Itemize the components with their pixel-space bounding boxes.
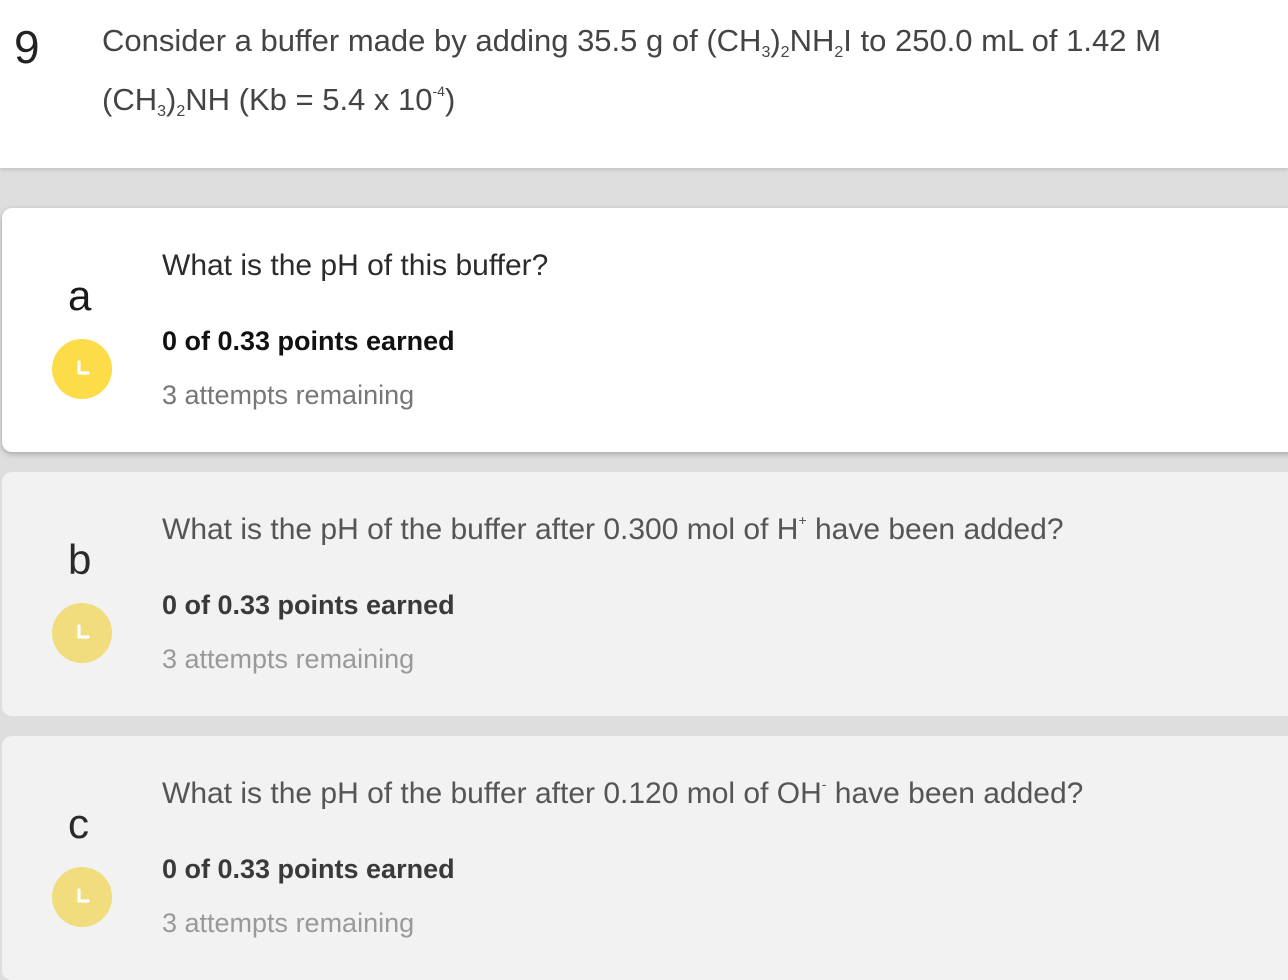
part-letter: c <box>68 800 89 847</box>
question-text: Consider a buffer made by adding 35.5 g … <box>102 23 1161 120</box>
question-header: 9 Consider a buffer made by adding 35.5 … <box>0 0 1288 168</box>
question-part-c[interactable]: c What is the pH of the buffer after 0.1… <box>2 736 1288 980</box>
attempts-remaining: 3 attempts remaining <box>162 380 415 410</box>
points-earned: 0 of 0.33 points earned <box>162 326 455 356</box>
part-letter: a <box>68 272 92 319</box>
points-earned: 0 of 0.33 points earned <box>162 590 455 620</box>
part-prompt: What is the pH of this buffer? <box>162 249 549 282</box>
clock-icon <box>52 603 112 663</box>
question-number: 9 <box>14 21 40 73</box>
attempts-remaining: 3 attempts remaining <box>162 908 415 938</box>
points-earned: 0 of 0.33 points earned <box>162 854 455 884</box>
part-letter: b <box>68 536 92 583</box>
part-prompt: What is the pH of the buffer after 0.300… <box>162 512 1064 546</box>
clock-icon <box>52 867 112 927</box>
part-prompt: What is the pH of the buffer after 0.120… <box>162 776 1084 810</box>
clock-icon <box>52 339 112 399</box>
question-part-b[interactable]: b What is the pH of the buffer after 0.3… <box>2 472 1288 716</box>
question-part-a[interactable]: a What is the pH of this buffer? 0 of 0.… <box>2 208 1288 452</box>
attempts-remaining: 3 attempts remaining <box>162 644 415 674</box>
